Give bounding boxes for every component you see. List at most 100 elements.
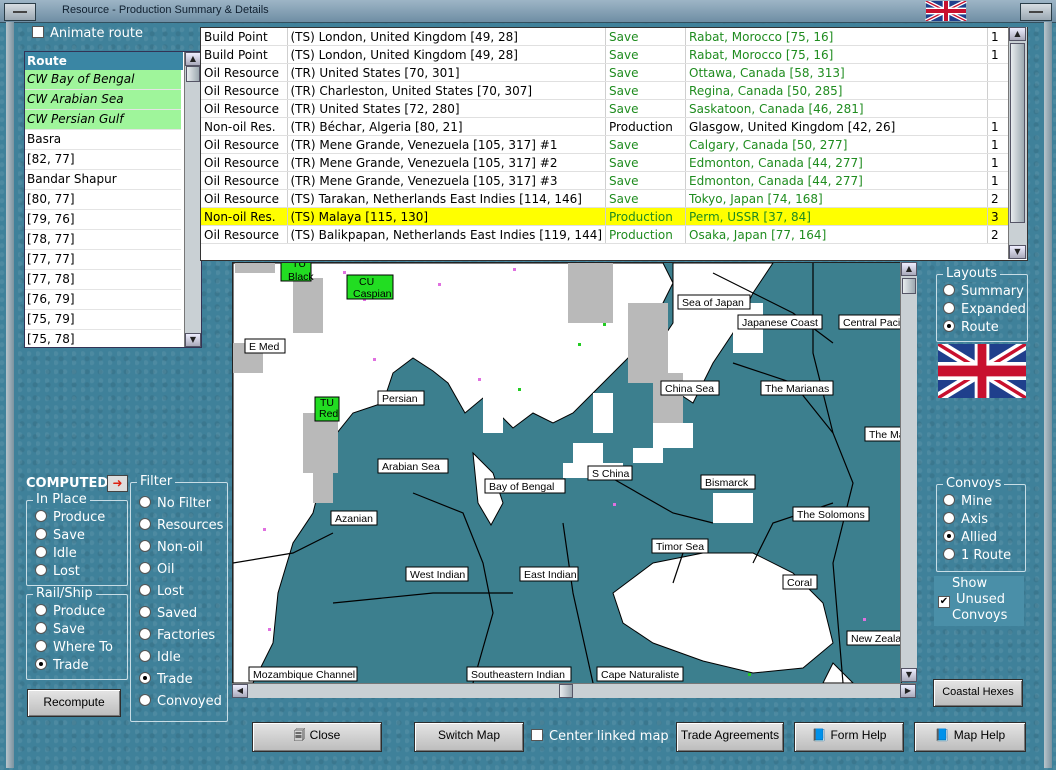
table-row[interactable]: Oil Resource (TR) United States [70, 301]… <box>201 63 1017 82</box>
table-row[interactable]: Oil Resource (TR) Mene Grande, Venezuela … <box>201 171 1017 190</box>
table-row[interactable]: Oil Resource (TR) Mene Grande, Venezuela … <box>201 153 1017 172</box>
scroll-down-button[interactable]: ▼ <box>1009 245 1026 259</box>
table-row[interactable]: Oil Resource (TS) Balikpapan, Netherlands… <box>201 225 1017 244</box>
show-unused-convoys[interactable]: Show ✔ Unused Convoys <box>934 576 1024 626</box>
route-list-item[interactable]: [77, 78] <box>25 270 181 290</box>
rail-option-trade[interactable]: Trade <box>35 657 89 675</box>
radio-button[interactable] <box>35 640 47 652</box>
switch-map-button[interactable]: Switch Map <box>414 722 524 752</box>
route-list-item[interactable]: [76, 79] <box>25 290 181 310</box>
rail-option-produce[interactable]: Produce <box>35 603 105 621</box>
map-canvas[interactable]: Black TU Caspian CU Red TU E Med Persian S… <box>233 263 901 683</box>
route-list-item[interactable]: [78, 77] <box>25 230 181 250</box>
route-list-scrollbar[interactable]: ▲ ▼ <box>184 52 201 347</box>
layouts-option-summary[interactable]: Summary <box>943 283 1024 301</box>
system-menu-button[interactable] <box>4 3 36 21</box>
route-list-item[interactable]: [75, 79] <box>25 310 181 330</box>
route-list-item[interactable]: Bandar Shapur <box>25 170 181 190</box>
radio-button[interactable] <box>139 672 151 684</box>
radio-button[interactable] <box>139 540 151 552</box>
filter-option-factories[interactable]: Factories <box>139 627 215 645</box>
map-help-button[interactable]: 📘 Map Help <box>914 722 1026 752</box>
center-linked-map-checkbox[interactable]: Center linked map <box>531 728 669 746</box>
convoys-option-mine[interactable]: Mine <box>943 493 992 511</box>
radio-button[interactable] <box>943 530 955 542</box>
filter-option-non-oil[interactable]: Non-oil <box>139 539 203 557</box>
radio-button[interactable] <box>943 512 955 524</box>
minimize-button[interactable] <box>1020 3 1052 21</box>
scroll-thumb[interactable] <box>1010 43 1025 223</box>
radio-button[interactable] <box>139 562 151 574</box>
in-place-option-idle[interactable]: Idle <box>35 545 77 563</box>
route-list-item[interactable]: CW Bay of Bengal <box>25 70 181 90</box>
filter-option-convoyed[interactable]: Convoyed <box>139 693 222 711</box>
table-row[interactable]: Build Point (TS) London, United Kingdom [… <box>201 28 1017 46</box>
radio-button[interactable] <box>35 658 47 670</box>
route-list-item[interactable]: [80, 77] <box>25 190 181 210</box>
radio-button[interactable] <box>139 650 151 662</box>
filter-option-no-filter[interactable]: No Filter <box>139 495 211 513</box>
filter-option-saved[interactable]: Saved <box>139 605 197 623</box>
trade-agreements-button[interactable]: Trade Agreements <box>676 722 784 752</box>
table-row[interactable]: Non-oil Res. (TR) Béchar, Algeria [80, 21… <box>201 117 1017 136</box>
radio-button[interactable] <box>35 546 47 558</box>
map-view[interactable]: Black TU Caspian CU Red TU E Med Persian S… <box>232 262 902 684</box>
route-list-item[interactable]: CW Persian Gulf <box>25 110 181 130</box>
radio-button[interactable] <box>35 528 47 540</box>
rail-option-where-to[interactable]: Where To <box>35 639 113 657</box>
route-list-item[interactable]: [82, 77] <box>25 150 181 170</box>
scroll-right-button[interactable]: ▶ <box>900 684 916 698</box>
radio-button[interactable] <box>943 284 955 296</box>
scroll-up-button[interactable]: ▲ <box>185 52 201 66</box>
coastal-hexes-button[interactable]: Coastal Hexes <box>933 679 1023 707</box>
checkbox-box[interactable] <box>531 729 543 741</box>
filter-option-resources[interactable]: Resources <box>139 517 223 535</box>
table-row[interactable]: Build Point (TS) London, United Kingdom [… <box>201 45 1017 64</box>
scroll-up-button[interactable]: ▲ <box>901 262 917 276</box>
filter-option-trade[interactable]: Trade <box>139 671 193 689</box>
radio-button[interactable] <box>35 604 47 616</box>
convoys-option-axis[interactable]: Axis <box>943 511 988 529</box>
table-row[interactable]: Oil Resource (TR) Charleston, United Stat… <box>201 81 1017 100</box>
radio-button[interactable] <box>943 494 955 506</box>
route-list-item[interactable]: [77, 77] <box>25 250 181 270</box>
scroll-thumb[interactable] <box>186 66 200 82</box>
radio-button[interactable] <box>943 302 955 314</box>
layouts-option-expanded[interactable]: Expanded <box>943 301 1026 319</box>
table-row[interactable]: Oil Resource (TS) Tarakan, Netherlands Ea… <box>201 189 1017 208</box>
route-list[interactable]: Route CW Bay of Bengal CW Arabian Sea CW P… <box>24 51 202 348</box>
layouts-option-route[interactable]: Route <box>943 319 999 337</box>
radio-button[interactable] <box>139 518 151 530</box>
form-help-button[interactable]: 📘 Form Help <box>794 722 904 752</box>
route-list-item[interactable]: Basra <box>25 130 181 150</box>
in-place-option-produce[interactable]: Produce <box>35 509 105 527</box>
radio-button[interactable] <box>139 628 151 640</box>
convoys-option-1-route[interactable]: 1 Route <box>943 547 1011 565</box>
in-place-option-save[interactable]: Save <box>35 527 85 545</box>
route-list-item[interactable]: [75, 78] <box>25 330 181 347</box>
recompute-button[interactable]: Recompute <box>27 689 121 717</box>
table-row[interactable]: Oil Resource (TR) United States [72, 280]… <box>201 99 1017 118</box>
scroll-thumb[interactable] <box>559 684 573 698</box>
close-button[interactable]: 🗐 Close <box>252 722 382 752</box>
radio-button[interactable] <box>35 622 47 634</box>
filter-option-lost[interactable]: Lost <box>139 583 184 601</box>
arrow-right-icon[interactable]: ➜ <box>107 475 128 492</box>
table-scrollbar[interactable]: ▲ ▼ <box>1008 27 1027 259</box>
filter-option-oil[interactable]: Oil <box>139 561 174 579</box>
radio-button[interactable] <box>35 564 47 576</box>
scroll-left-button[interactable]: ◀ <box>232 684 248 698</box>
radio-button[interactable] <box>35 510 47 522</box>
animate-route-checkbox[interactable]: Animate route <box>32 25 143 43</box>
radio-button[interactable] <box>139 606 151 618</box>
radio-button[interactable] <box>139 694 151 706</box>
radio-button[interactable] <box>139 496 151 508</box>
scroll-down-button[interactable]: ▼ <box>901 668 917 682</box>
map-vertical-scrollbar[interactable]: ▲ ▼ <box>900 262 917 682</box>
rail-option-save[interactable]: Save <box>35 621 85 639</box>
checkbox-box[interactable] <box>32 26 44 38</box>
radio-button[interactable] <box>943 548 955 560</box>
scroll-down-button[interactable]: ▼ <box>185 333 201 347</box>
unused-row[interactable]: ✔ Unused <box>938 592 1005 608</box>
scroll-thumb[interactable] <box>902 278 916 294</box>
